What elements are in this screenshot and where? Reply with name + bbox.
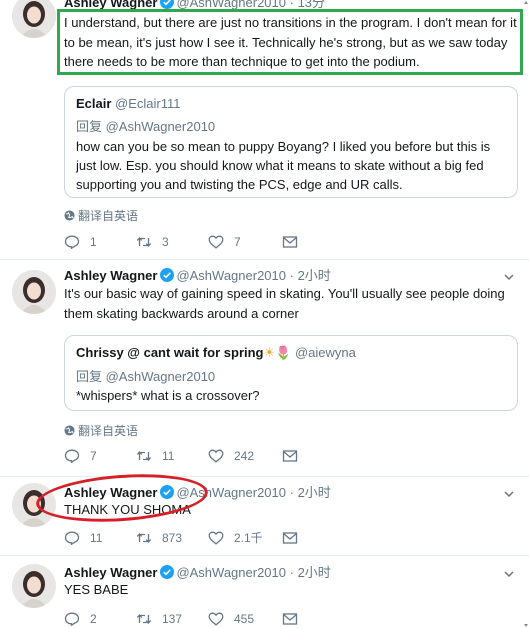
like-icon — [208, 235, 224, 249]
quoted-reply-to: 回复 @AshWagner2010 — [76, 119, 216, 134]
chevron-down-icon[interactable] — [503, 271, 515, 283]
verified-badge-icon — [160, 268, 175, 282]
tweet-actions: 7 11 242 — [64, 447, 364, 465]
quoted-author-name: Chrissy @ cant wait for spring — [76, 345, 264, 360]
tweet-actions: 2 137 455 — [64, 610, 364, 628]
direct-message-icon — [282, 613, 298, 625]
author-name[interactable]: Ashley Wagner — [64, 268, 157, 283]
quoted-tweet[interactable]: Chrissy @ cant wait for spring☀🌷 @aiewyn… — [64, 335, 518, 411]
retweet-icon — [136, 533, 152, 543]
quoted-author-name: Eclair — [76, 96, 112, 111]
verified-badge-icon — [160, 0, 175, 9]
reply-count: 2 — [90, 612, 97, 626]
like-icon — [208, 449, 224, 463]
tweet-time[interactable]: · 2小时 — [290, 268, 331, 283]
tweet-text: It's our basic way of gaining speed in s… — [64, 286, 505, 321]
scrollbar[interactable] — [523, 0, 529, 628]
retweet-count: 3 — [162, 235, 169, 249]
retweet-count: 137 — [162, 612, 183, 626]
reply-icon — [64, 449, 80, 463]
reply-icon — [64, 612, 80, 626]
globe-icon — [64, 425, 75, 436]
tweet-2[interactable]: Ashley Wagner @AshWagner2010 · 2小时 It's o… — [0, 260, 529, 480]
avatar[interactable] — [12, 0, 56, 38]
retweet-icon — [136, 451, 152, 461]
quoted-author-handle: @Eclair111 — [115, 96, 181, 111]
retweet-icon — [136, 237, 152, 247]
tweet-time[interactable]: · 2小时 — [290, 565, 331, 580]
quoted-author-handle: @aiewyna — [294, 345, 356, 360]
retweet-count: 873 — [162, 531, 183, 545]
like-count: 7 — [234, 235, 241, 249]
author-handle[interactable]: @AshWagner2010 — [176, 565, 286, 580]
tweet-actions: 1 3 7 — [64, 233, 364, 251]
author-handle[interactable]: @AshWagner2010 — [176, 268, 286, 283]
retweet-icon — [136, 614, 152, 624]
tweet-header: Ashley Wagner @AshWagner2010 · 2小时 — [64, 268, 331, 284]
like-icon — [208, 612, 224, 626]
globe-icon — [64, 210, 75, 221]
quoted-text: how can you be so mean to puppy Boyang? … — [76, 139, 491, 192]
direct-message-icon — [282, 450, 298, 462]
quoted-tweet[interactable]: Eclair @Eclair111 回复 @AshWagner2010 how … — [64, 86, 518, 198]
tweet-time[interactable]: · 2小时 — [290, 485, 331, 500]
tweet-header: Ashley Wagner @AshWagner2010 · 2小时 — [64, 565, 331, 581]
quoted-reply-to: 回复 @AshWagner2010 — [76, 369, 216, 384]
reply-count: 11 — [90, 531, 103, 545]
quoted-author: Chrissy @ cant wait for spring☀🌷 @aiewyn… — [76, 345, 356, 361]
tweet-text: YES BABE — [64, 582, 129, 597]
direct-message-icon — [282, 236, 298, 248]
translate-label: 翻译自英语 — [78, 424, 139, 438]
direct-message-icon — [282, 532, 298, 544]
author-name[interactable]: Ashley Wagner — [64, 565, 157, 580]
tweet-actions: 11 873 2.1千 — [64, 529, 364, 547]
avatar[interactable] — [12, 270, 56, 314]
retweet-count: 11 — [162, 449, 175, 463]
quoted-author-emoji: ☀🌷 — [263, 345, 292, 360]
like-count: 2.1千 — [234, 531, 263, 545]
quoted-text: *whispers* what is a crossover? — [76, 388, 260, 403]
chevron-down-icon[interactable] — [503, 488, 515, 500]
quoted-author: Eclair @Eclair111 — [76, 96, 181, 111]
chevron-down-icon[interactable] — [503, 568, 515, 580]
like-count: 242 — [234, 449, 255, 463]
translate-label: 翻译自英语 — [78, 209, 139, 223]
like-count: 455 — [234, 612, 255, 626]
like-icon — [208, 531, 224, 545]
reply-icon — [64, 531, 80, 545]
verified-badge-icon — [160, 565, 175, 579]
translate-link[interactable]: 翻译自英语 — [64, 422, 138, 439]
highlight-box — [57, 9, 523, 75]
tweet-4[interactable]: Ashley Wagner @AshWagner2010 · 2小时 YES BA… — [0, 556, 529, 628]
reply-count: 7 — [90, 449, 97, 463]
reply-icon — [64, 235, 80, 249]
translate-link[interactable]: 翻译自英语 — [64, 207, 138, 224]
avatar[interactable] — [12, 564, 56, 608]
reply-count: 1 — [90, 235, 97, 249]
